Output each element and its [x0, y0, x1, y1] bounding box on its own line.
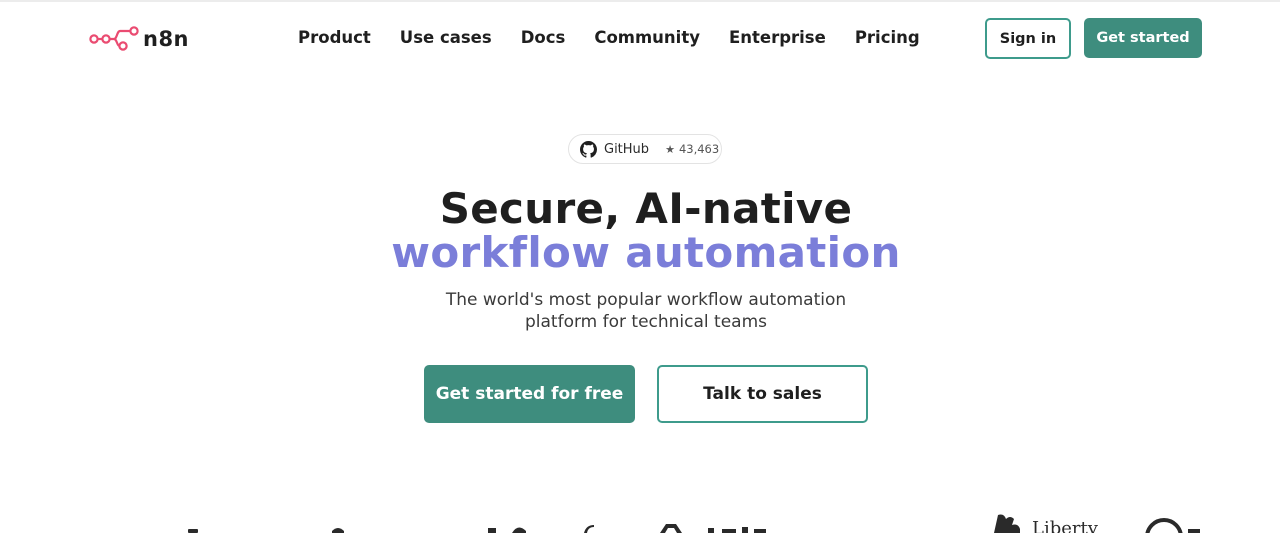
hero-title-line2: workflow automation	[391, 228, 901, 277]
logo-fragment-5	[584, 525, 594, 533]
n8n-logo[interactable]: n8n	[89, 24, 189, 54]
logo-fragment-6	[660, 524, 682, 533]
get-started-button[interactable]: Get started	[1084, 18, 1202, 58]
logo-fragment-7	[708, 528, 714, 533]
customer-logos-strip: Liberty	[0, 505, 1280, 533]
logo-fragment-11	[1188, 529, 1200, 533]
logo-fragment-4	[512, 527, 526, 533]
logo-fragment-10	[754, 529, 766, 533]
github-stars-badge[interactable]: GitHub ★ 43,463	[568, 134, 722, 164]
github-label: GitHub	[604, 141, 650, 157]
site-header: n8n Product Use cases Docs Community Ent…	[0, 2, 1280, 74]
talk-to-sales-button[interactable]: Talk to sales	[657, 365, 868, 423]
circle-logo-fragment	[1145, 518, 1183, 533]
main-nav: Product Use cases Docs Community Enterpr…	[298, 28, 949, 47]
hero-title-line1: Secure, AI-native	[439, 184, 853, 233]
sign-in-button[interactable]: Sign in	[985, 18, 1071, 59]
get-started-free-button[interactable]: Get started for free	[424, 365, 635, 423]
github-icon	[580, 140, 597, 158]
liberty-logo-text: Liberty	[1032, 518, 1098, 533]
logo-fragment-8	[722, 529, 736, 533]
hero-subtitle: The world's most popular workflow automa…	[445, 290, 847, 332]
nav-community[interactable]: Community	[594, 28, 700, 47]
github-star-count: 43,463	[678, 142, 720, 156]
n8n-logo-icon	[89, 26, 139, 51]
nav-pricing[interactable]: Pricing	[855, 28, 920, 47]
logo-wordmark: n8n	[143, 27, 190, 51]
liberty-lady-icon	[994, 514, 1020, 533]
nav-enterprise[interactable]: Enterprise	[729, 28, 826, 47]
star-icon: ★	[665, 142, 675, 156]
nav-docs[interactable]: Docs	[521, 28, 566, 47]
logo-fragment-2	[332, 528, 344, 533]
nav-product[interactable]: Product	[298, 28, 371, 47]
nav-use-cases[interactable]: Use cases	[400, 28, 492, 47]
logo-fragment-9	[742, 527, 748, 533]
logo-fragment-1	[188, 529, 198, 533]
logo-fragment-3	[488, 528, 496, 533]
